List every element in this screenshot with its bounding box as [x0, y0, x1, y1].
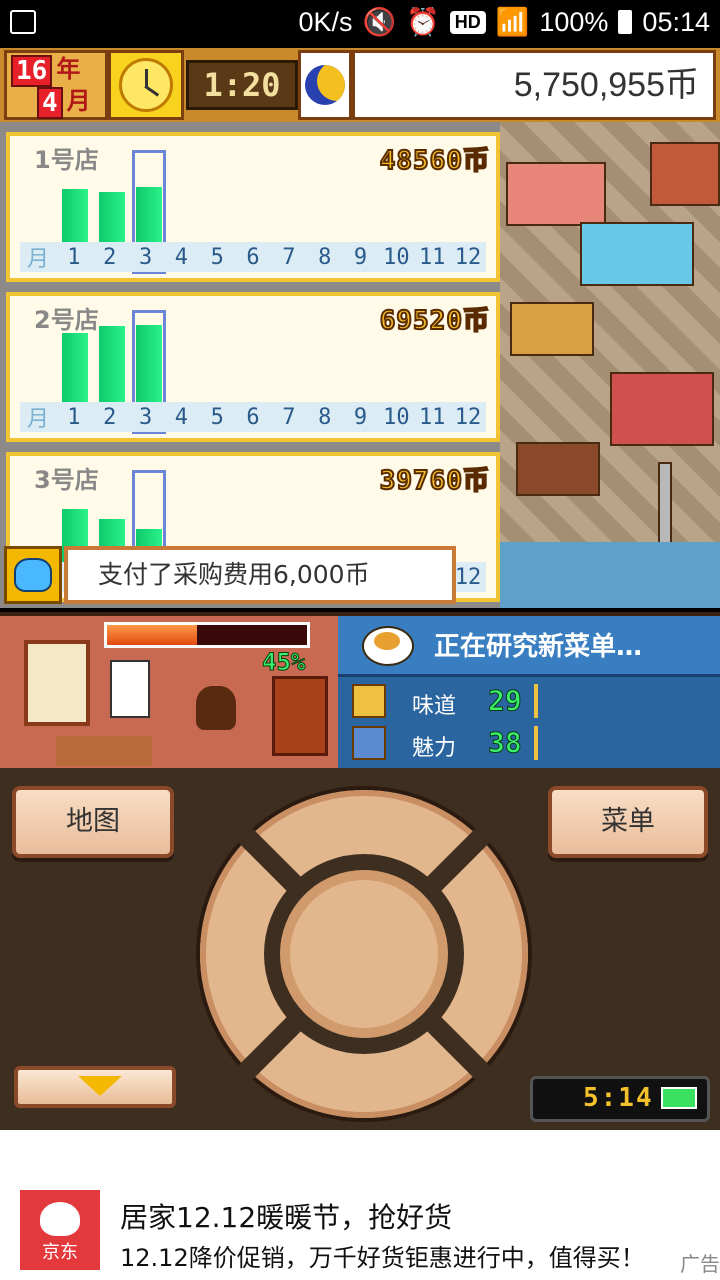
month-tick[interactable]: 5 [199, 405, 235, 430]
month-unit: 月 [66, 87, 91, 115]
ad-brand: 京东 [42, 1242, 78, 1263]
sales-bar [98, 192, 125, 242]
status-time: 05:14 [642, 6, 710, 37]
month-axis: 月123456789101112 [20, 402, 486, 432]
stat-value: 29 [488, 684, 523, 718]
month-tick[interactable]: 7 [271, 245, 307, 270]
money-display: 5,750,955币 [352, 50, 716, 120]
scroll-down-button[interactable] [14, 1066, 176, 1108]
alarm-icon: ⏰ [406, 7, 440, 37]
month-tick[interactable]: 7 [271, 405, 307, 430]
month-tick[interactable]: 4 [163, 245, 199, 270]
stat-taste: 味道 29 [348, 682, 714, 722]
down-arrow-icon [78, 1076, 122, 1096]
month-tick[interactable]: 2 [92, 245, 128, 270]
research-title: 正在研究新菜单… [434, 632, 643, 662]
stat-value: 38 [488, 726, 523, 760]
status-bar: 0K/s 🔇 ⏰ HD 📶 100% 05:14 [0, 0, 720, 48]
stat-bar [534, 684, 538, 718]
jd-dog-icon [40, 1202, 80, 1236]
dish-icon [362, 626, 414, 666]
month-tick[interactable]: 12 [450, 245, 486, 270]
river [500, 542, 720, 608]
battery-icon [661, 1087, 697, 1109]
stat-bar [534, 726, 538, 760]
counter [56, 736, 152, 766]
month-label: 月 [26, 247, 49, 272]
month-tick[interactable]: 3 [128, 245, 164, 270]
research-panel[interactable]: 正在研究新菜单… 味道 29 魅力 38 [338, 612, 720, 768]
map-button[interactable]: 地图 [12, 786, 174, 858]
wifi-icon: 📶 [495, 7, 530, 37]
dragon-mascot-icon [4, 546, 62, 604]
month-tick[interactable]: 8 [307, 405, 343, 430]
sales-bar [98, 326, 125, 402]
stat-label: 味道 [412, 694, 457, 719]
month-tick[interactable]: 12 [450, 405, 486, 430]
stat-charm: 魅力 38 [348, 724, 714, 764]
store-panel-2[interactable]: 2号店 69520币 月 1 2 3 4 5 6 7 8 9 10 11 12 [6, 292, 500, 442]
game-clock: 5:14 [530, 1076, 710, 1122]
year-number: 16 [11, 55, 53, 87]
date-display[interactable]: 16 年 4 月 [4, 50, 108, 120]
month-tick[interactable]: 3 [128, 405, 164, 430]
restaurant-floor[interactable] [500, 122, 720, 608]
month-tick[interactable]: 6 [235, 245, 271, 270]
sales-bar [61, 188, 88, 242]
window-icon [24, 640, 90, 726]
moon-icon [298, 50, 352, 120]
month-label: 月 [26, 407, 49, 432]
month-tick[interactable]: 6 [235, 405, 271, 430]
taste-icon [352, 684, 386, 718]
notification-message: 支付了采购费用6,000币 [64, 546, 456, 604]
game-time: 1:20 [186, 60, 298, 110]
month-tick[interactable]: 11 [414, 245, 450, 270]
pot-icon [196, 686, 236, 730]
month-tick[interactable]: 8 [307, 245, 343, 270]
sales-bars [56, 150, 486, 274]
ad-description[interactable]: 12.12降价促销，万千好货钜惠进行中，值得买！ [120, 1238, 645, 1273]
ad-tag: 广告 [676, 1248, 720, 1277]
month-axis: 月123456789101112 [20, 242, 486, 272]
game-clock-time: 5:14 [583, 1083, 654, 1113]
month-number: 4 [37, 87, 63, 119]
month-tick[interactable]: 5 [199, 245, 235, 270]
charm-icon [352, 726, 386, 760]
month-tick[interactable]: 1 [56, 245, 92, 270]
store-panel-1[interactable]: 1号店 48560币 月 1 2 3 4 5 6 7 8 9 10 11 12 [6, 132, 500, 282]
month-tick[interactable]: 2 [92, 405, 128, 430]
cabinet-icon [272, 676, 328, 756]
ad-title[interactable]: 居家12.12暖暖节，抢好货 [120, 1196, 452, 1236]
stat-label: 魅力 [412, 736, 457, 761]
month-tick[interactable]: 10 [378, 245, 414, 270]
dpad-center-button[interactable] [264, 854, 464, 1054]
progress-fill [107, 625, 197, 645]
status-icons: 0K/s 🔇 ⏰ HD 📶 100% 05:14 [298, 6, 710, 38]
progress-percent: 45% [261, 648, 306, 677]
battery-icon [618, 10, 633, 34]
menu-button[interactable]: 菜单 [548, 786, 708, 858]
dpad[interactable] [200, 790, 528, 1118]
year-unit: 年 [56, 55, 81, 83]
jd-logo[interactable]: 京东 [20, 1190, 100, 1270]
month-tick[interactable]: 10 [378, 405, 414, 430]
research-header: 正在研究新菜单… [338, 616, 720, 677]
net-speed: 0K/s [298, 6, 353, 37]
month-tick[interactable]: 1 [56, 405, 92, 430]
battery-percent: 100% [539, 6, 609, 37]
month-tick[interactable]: 4 [163, 405, 199, 430]
clock-icon[interactable] [108, 50, 184, 120]
hd-badge: HD [449, 10, 486, 34]
mute-icon: 🔇 [362, 7, 397, 37]
gallery-icon [10, 10, 36, 34]
cooking-progress-bar [104, 622, 310, 648]
month-tick[interactable]: 9 [343, 245, 379, 270]
sales-bar [61, 333, 88, 402]
sales-bars [56, 310, 486, 434]
month-tick[interactable]: 11 [414, 405, 450, 430]
month-tick[interactable]: 9 [343, 405, 379, 430]
chef-icon [110, 660, 150, 718]
